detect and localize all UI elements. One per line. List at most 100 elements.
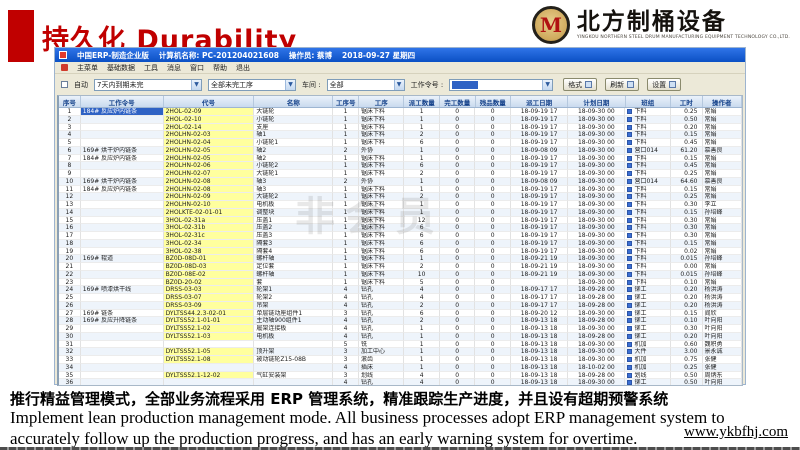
table-row[interactable]: 35DYLTSS52.1-12-02气缸安装架3划线40018-09-13 18… bbox=[59, 372, 742, 380]
team-sort-icon bbox=[627, 179, 632, 184]
table-row[interactable]: 364钻孔40018-09-13 1818-09-30 00铆工0.50叶向阳 bbox=[59, 379, 742, 386]
table-row[interactable]: 163HOL-02-31b压盖21锯床下料60018-09-19 1718-09… bbox=[59, 224, 742, 232]
table-row[interactable]: 11184# 反应炉内链条2HOLHN-02-08轴31锯床下料10018-09… bbox=[59, 186, 742, 194]
table-row[interactable]: 25DRSS-03-07轮架24钻孔40018-09-17 1718-09-28… bbox=[59, 294, 742, 302]
table-row[interactable]: 173HOL-02-31c压盖31锯床下料60018-09-19 1718-09… bbox=[59, 232, 742, 240]
cell-工时: 0.15 bbox=[671, 155, 703, 163]
workshop-select[interactable]: 全部 ▼ bbox=[327, 79, 405, 91]
cell-工作令号 bbox=[81, 325, 164, 333]
process-filter-select[interactable]: 全部未完工序 ▼ bbox=[208, 79, 296, 91]
table-row[interactable]: 32DYLTSS52.1-05顶升架3加工中心10018-09-13 1818-… bbox=[59, 348, 742, 356]
column-header-7[interactable]: 完工数量 bbox=[440, 96, 476, 107]
table-row[interactable]: 132HOLHN-02-10电机板1锯床下料10018-09-19 1718-0… bbox=[59, 201, 742, 209]
column-header-1[interactable]: 工作令号 bbox=[81, 96, 164, 107]
cell-派工数量: 12 bbox=[404, 217, 440, 225]
cell-工序号: 1 bbox=[333, 232, 359, 240]
cell-班组: 铆工 bbox=[625, 333, 670, 341]
auto-checkbox[interactable] bbox=[61, 81, 68, 88]
toolbar-button-0[interactable]: 格式 bbox=[563, 78, 597, 91]
cell-计划日期: 18-09-28 00 bbox=[568, 372, 625, 380]
workorder-select[interactable]: ▼ bbox=[449, 79, 553, 91]
cell-操作者: 孙培峰 bbox=[703, 209, 742, 217]
table-row[interactable]: 344插床10018-09-13 1818-10-02 00机加0.25张健 bbox=[59, 364, 742, 372]
column-header-4[interactable]: 工序号 bbox=[333, 96, 359, 107]
column-header-2[interactable]: 代号 bbox=[164, 96, 255, 107]
table-row[interactable]: 142HOLKTE-02-01-01调整块1锯床下料10018-09-19 17… bbox=[59, 209, 742, 217]
toolbar-button-2[interactable]: 设置 bbox=[647, 78, 681, 91]
cell-派工日期: 18-09-17 17 bbox=[511, 286, 568, 294]
cell-派工日期: 18-09-13 18 bbox=[511, 325, 568, 333]
cell-派工日期: 18-09-13 18 bbox=[511, 317, 568, 325]
column-header-8[interactable]: 残品数量 bbox=[476, 96, 512, 107]
table-row[interactable]: 23BZ0D-20-02套1锯床下料50018-09-30 00下料0.10常娟 bbox=[59, 279, 742, 287]
table-row[interactable]: 1184# 反应炉内链条2HOL-02-09大链轮1锯床下料10018-09-1… bbox=[59, 108, 742, 116]
table-row[interactable]: 24169# 喷漆烘干线DRSS-03-03轮架14钻孔40018-09-17 … bbox=[59, 286, 742, 294]
table-row[interactable]: 30DYLTSS52.1-03电机板4钻孔10018-09-13 1818-09… bbox=[59, 333, 742, 341]
menu-item-1[interactable]: 基础数据 bbox=[107, 63, 135, 73]
cell-残品数量: 0 bbox=[475, 240, 511, 248]
table-row[interactable]: 315铣10018-09-13 1818-09-30 00机加0.60魏积勇 bbox=[59, 341, 742, 349]
column-header-12[interactable]: 工时 bbox=[671, 96, 703, 107]
menu-item-6[interactable]: 退出 bbox=[236, 63, 250, 73]
menu-item-2[interactable]: 工具 bbox=[144, 63, 158, 73]
chevron-down-icon: ▼ bbox=[542, 80, 552, 90]
menu-item-4[interactable]: 窗口 bbox=[190, 63, 204, 73]
table-row[interactable]: 32HOL-02-14支座1锯床下料10018-09-19 1718-09-30… bbox=[59, 124, 742, 132]
column-header-13[interactable]: 操作者 bbox=[703, 96, 742, 107]
cell-工时: 0.02 bbox=[671, 248, 703, 256]
cell-残品数量: 0 bbox=[475, 139, 511, 147]
cell-序号: 20 bbox=[59, 255, 81, 263]
table-row[interactable]: 153HOL-02-31a压盖11锯床下料120018-09-19 1718-0… bbox=[59, 217, 742, 225]
date-filter-select[interactable]: 7天内到期未完 ▼ bbox=[94, 79, 202, 91]
table-row[interactable]: 82HOLHN-02-06小链轮21锯床下料60018-09-19 1718-0… bbox=[59, 162, 742, 170]
table-row[interactable]: 52HOLHN-02-04小链轮11锯床下料60018-09-19 1718-0… bbox=[59, 139, 742, 147]
table-row[interactable]: 193HOL-02-38隔套41锯床下料60018-09-19 1718-09-… bbox=[59, 248, 742, 256]
cell-计划日期: 18-09-30 00 bbox=[568, 310, 625, 318]
cell-完工数量: 0 bbox=[440, 325, 476, 333]
table-row[interactable]: 20169# 辊道BZ0D-08D-01螺杆轴1锯床下料10018-09-21 … bbox=[59, 255, 742, 263]
table-row[interactable]: 26DRSS-03-09吊架4钻孔20018-09-17 1718-09-28 … bbox=[59, 302, 742, 310]
cell-工时: 0.15 bbox=[671, 131, 703, 139]
table-row[interactable]: 29DYLTSS52.1-02履架连接板4钻孔10018-09-13 1818-… bbox=[59, 325, 742, 333]
erp-titlebar[interactable]: 中国ERP-制造企业版 计算机名称: PC-201204021608 操作员: … bbox=[55, 48, 745, 62]
table-row[interactable]: 27169# 链条DYLTSS44.2.3-02-01单层链动座组件13钻孔60… bbox=[59, 310, 742, 318]
cell-序号: 16 bbox=[59, 224, 81, 232]
menu-item-0[interactable]: 主菜单 bbox=[77, 63, 98, 73]
menu-item-5[interactable]: 帮助 bbox=[213, 63, 227, 73]
cell-残品数量: 0 bbox=[475, 248, 511, 256]
cell-完工数量: 0 bbox=[440, 147, 476, 155]
cell-工作令号 bbox=[81, 356, 164, 364]
workorder-label: 工作令号 : bbox=[411, 80, 444, 90]
table-row[interactable]: 22HOL-02-10小链轮1锯床下料10018-09-19 1718-09-3… bbox=[59, 116, 742, 124]
column-header-6[interactable]: 派工数量 bbox=[404, 96, 440, 107]
website-link[interactable]: www.ykbfhj.com bbox=[684, 424, 788, 441]
table-row[interactable]: 92HOLHN-02-07大链轮11锯床下料20018-09-19 1718-0… bbox=[59, 170, 742, 178]
table-row[interactable]: 28169# 反应升降链条DYLTSS52.1-01-01主动轴900组件14钻… bbox=[59, 317, 742, 325]
table-row[interactable]: 22BZ0D-08E-02螺杆轴1锯床下料100018-09-21 1918-0… bbox=[59, 271, 742, 279]
cell-序号: 23 bbox=[59, 279, 81, 287]
column-header-11[interactable]: 班组 bbox=[626, 96, 671, 107]
cell-工序号: 1 bbox=[333, 224, 359, 232]
column-header-3[interactable]: 名称 bbox=[254, 96, 333, 107]
table-row[interactable]: 21BZ0D-08D-03定位套1锯床下料20018-09-21 1918-09… bbox=[59, 263, 742, 271]
table-row[interactable]: 122HOLHN-02-09大链轮21锯床下料20018-09-19 1718-… bbox=[59, 193, 742, 201]
table-row[interactable]: 42HOLHN-02-03轴11锯床下料20018-09-19 1718-09-… bbox=[59, 131, 742, 139]
cell-名称: 轮架2 bbox=[254, 294, 333, 302]
column-header-5[interactable]: 工序 bbox=[359, 96, 404, 107]
cell-残品数量: 0 bbox=[475, 186, 511, 194]
toolbar-button-1[interactable]: 刷新 bbox=[605, 78, 639, 91]
table-row[interactable]: 33DYLTSS52.1-08被动链轮Z15-08B3滚齿10018-09-13… bbox=[59, 356, 742, 364]
column-header-0[interactable]: 序号 bbox=[59, 96, 81, 107]
column-header-10[interactable]: 计划日期 bbox=[568, 96, 625, 107]
table-row[interactable]: 10169# 烘干炉内链条2HOLHN-02-08轴32外协10018-09-0… bbox=[59, 178, 742, 186]
cell-派工日期: 18-09-13 18 bbox=[511, 333, 568, 341]
column-header-9[interactable]: 派工日期 bbox=[511, 96, 568, 107]
table-row[interactable]: 183HOL-02-34隔套31锯床下料60018-09-19 1718-09-… bbox=[59, 240, 742, 248]
menu-item-3[interactable]: 消息 bbox=[167, 63, 181, 73]
cell-代号: 2HOLHN-02-05 bbox=[164, 147, 255, 155]
table-row[interactable]: 6169# 烘干炉内链条2HOLHN-02-05轴22外协10018-09-08… bbox=[59, 147, 742, 155]
table-row[interactable]: 7184# 反应炉内链条2HOLHN-02-05轴21锯床下料10018-09-… bbox=[59, 155, 742, 163]
cell-班组: 下料 bbox=[625, 186, 670, 194]
cell-代号: 2HOLHN-02-09 bbox=[164, 193, 255, 201]
cell-操作者: 常娟 bbox=[703, 240, 742, 248]
